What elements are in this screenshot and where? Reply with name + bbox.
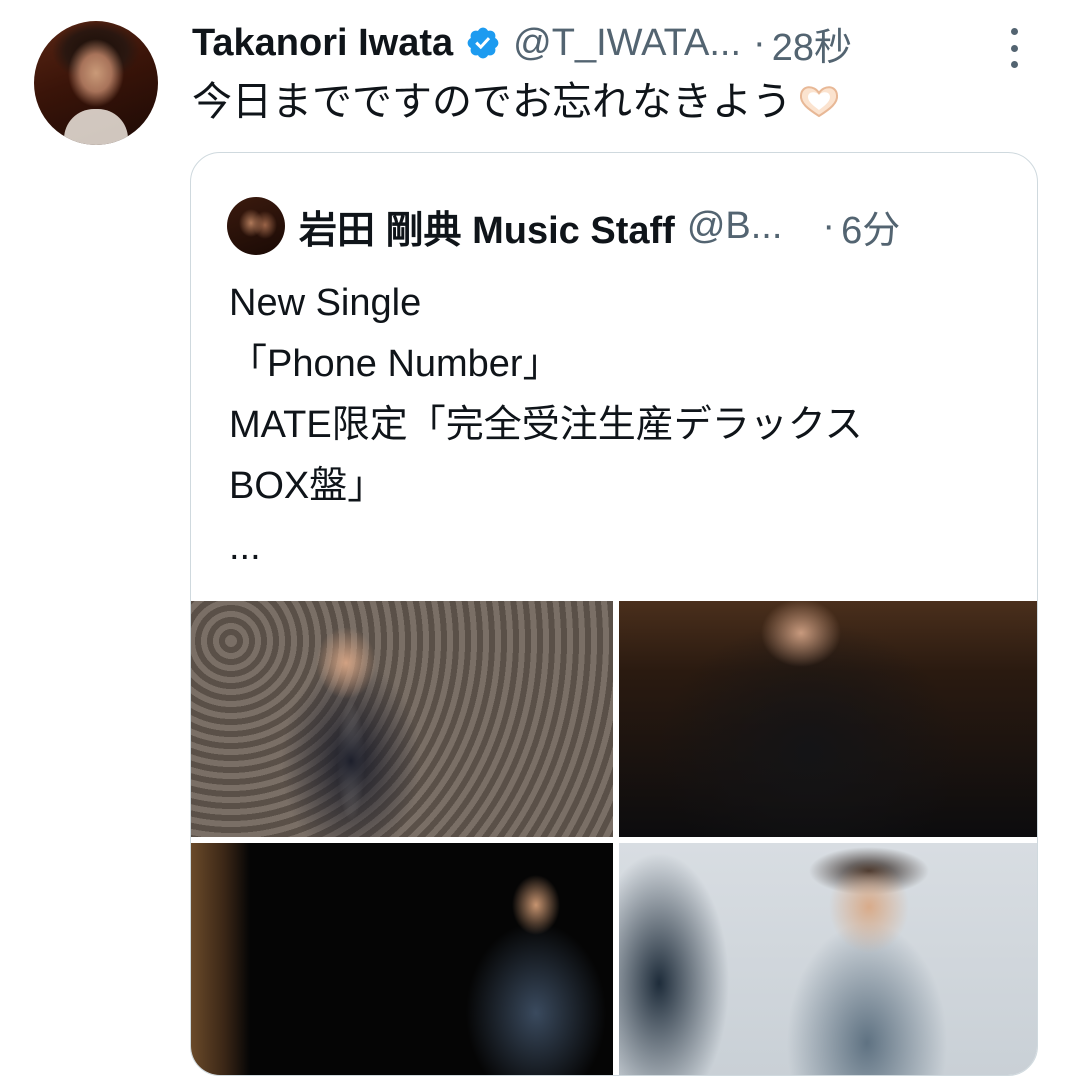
tweet-header: Takanori Iwata @T_IWATA... · 28秒 [192, 16, 852, 71]
photo-3[interactable] [191, 843, 613, 1075]
avatar[interactable] [34, 21, 158, 145]
quoted-body: New Single 「Phone Number」 MATE限定「完全受注生産デ… [229, 273, 1019, 578]
photo-4[interactable] [619, 843, 1037, 1075]
quoted-timestamp[interactable]: 6分 [841, 199, 900, 254]
tweet-text: 今日までですのでお忘れなきよう [192, 76, 842, 128]
photo-grid [191, 601, 1037, 1075]
heart-hands-icon [799, 86, 839, 118]
quoted-line: 「Phone Number」 [229, 343, 561, 385]
quoted-line: New Single [229, 282, 422, 324]
separator-dot: · [753, 21, 766, 64]
tweet-body: 今日までですのでお忘れなきよう [192, 80, 792, 124]
timestamp[interactable]: 28秒 [772, 16, 852, 71]
author-name[interactable]: Takanori Iwata [192, 22, 453, 65]
separator-dot: · [822, 204, 836, 247]
quoted-line: ... [229, 526, 261, 568]
author-handle[interactable]: @T_IWATA... [513, 22, 741, 65]
verified-badge-icon [467, 27, 499, 59]
quoted-author-handle[interactable]: @B... [687, 205, 783, 248]
photo-1[interactable] [191, 601, 613, 837]
quoted-line: BOX盤」 [229, 465, 386, 507]
photo-2[interactable] [619, 601, 1037, 837]
quoted-author-name[interactable]: 岩田 剛典 Music Staff [299, 199, 675, 254]
more-options-icon[interactable] [1004, 28, 1024, 68]
quoted-header: 岩田 剛典 Music Staff @B... · 6分 [299, 197, 900, 255]
quoted-line: MATE限定「完全受注生産デラックス [229, 404, 863, 446]
quoted-tweet-card[interactable]: 岩田 剛典 Music Staff @B... · 6分 New Single … [190, 152, 1038, 1076]
quoted-avatar[interactable] [227, 197, 285, 255]
